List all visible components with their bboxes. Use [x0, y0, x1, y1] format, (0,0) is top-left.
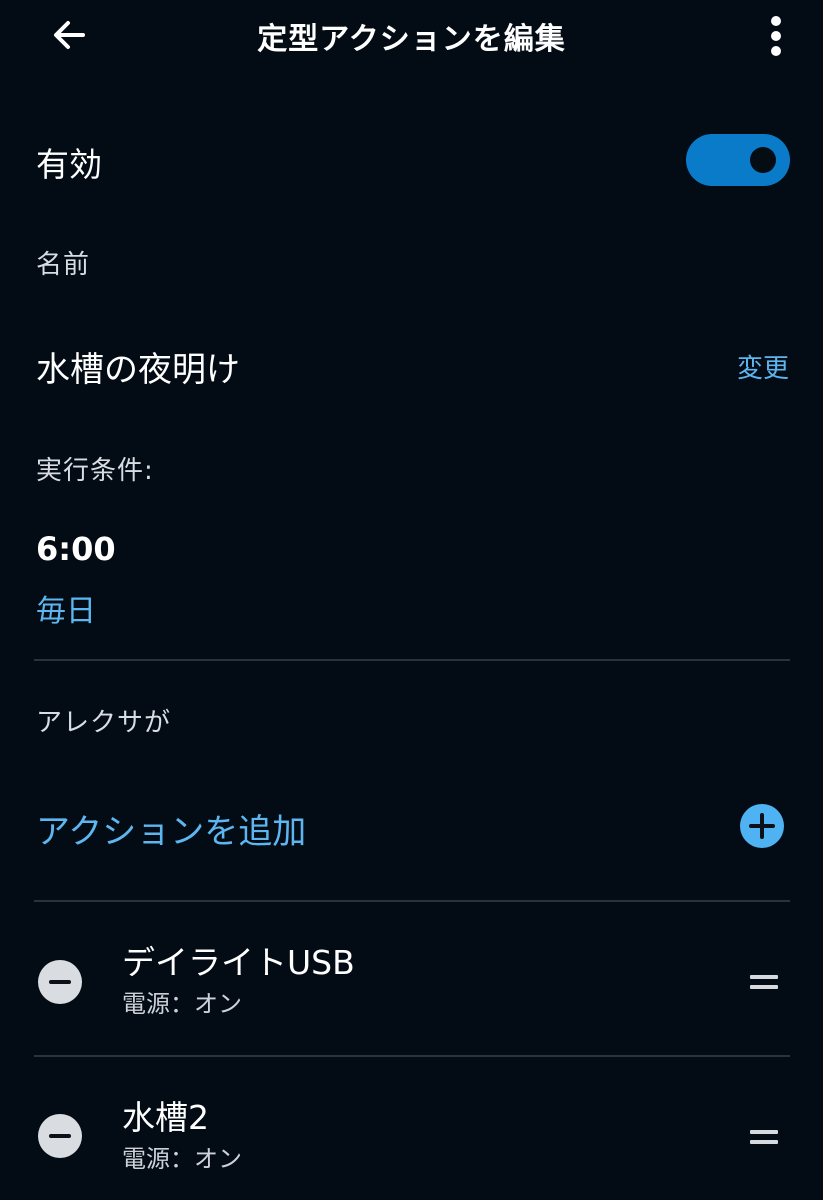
- trigger-repeat-link[interactable]: 毎日: [36, 586, 96, 630]
- action-name: 水槽2: [122, 1098, 209, 1137]
- page-title: 定型アクションを編集: [257, 22, 566, 57]
- toggle-knob: [750, 147, 776, 173]
- add-action-label: アクションを追加: [36, 812, 307, 852]
- enabled-label: 有効: [36, 145, 102, 184]
- more-options-button[interactable]: [752, 10, 800, 62]
- drag-handle-icon[interactable]: [750, 972, 778, 992]
- trigger-time[interactable]: 6:00: [36, 530, 116, 568]
- plus-circle-icon: [740, 804, 784, 848]
- enabled-toggle[interactable]: [686, 134, 790, 186]
- name-section-label: 名前: [36, 250, 91, 280]
- action-name: デイライトUSB: [122, 943, 355, 982]
- divider: [34, 659, 790, 661]
- action-detail: 電源：オン: [122, 990, 242, 1018]
- change-name-link[interactable]: 変更: [737, 348, 789, 385]
- routine-name: 水槽の夜明け: [36, 350, 240, 390]
- actions-section-label: アレクサが: [36, 708, 172, 738]
- enabled-row: 有効: [36, 132, 790, 188]
- action-item[interactable]: デイライトUSB 電源：オン: [34, 902, 790, 1032]
- more-vertical-icon: [771, 16, 781, 56]
- trigger-section-label: 実行条件:: [36, 456, 154, 486]
- action-item[interactable]: 水槽2 電源：オン: [34, 1057, 790, 1187]
- remove-circle-icon[interactable]: [38, 960, 82, 1004]
- action-detail: 電源：オン: [122, 1145, 242, 1173]
- add-action-button[interactable]: アクションを追加: [34, 792, 790, 862]
- drag-handle-icon[interactable]: [750, 1127, 778, 1147]
- remove-circle-icon[interactable]: [38, 1114, 82, 1158]
- app-header: 定型アクションを編集: [0, 0, 823, 72]
